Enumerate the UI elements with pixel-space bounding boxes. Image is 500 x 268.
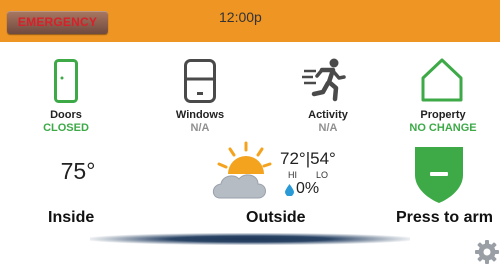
windows-label: Windows [175,109,225,121]
inside-label: Inside [48,209,95,226]
activity-label: Activity [308,109,348,121]
clock-time: 12:00p [219,9,262,25]
inside-temperature: 75° [60,158,96,184]
window-icon [184,59,216,103]
raindrop-icon [285,184,294,196]
door-icon [54,59,78,103]
partly-cloudy-icon [212,141,272,199]
press-to-arm-label[interactable]: Press to arm [396,209,493,227]
shield-icon[interactable] [413,145,465,205]
lo-label: LO [316,170,329,180]
property-status: NO CHANGE [409,122,477,134]
activity-status: N/A [318,122,338,134]
hi-label: HI [288,170,297,180]
emergency-button[interactable]: EMERGENCY [7,11,108,34]
doors-label: Doors [50,109,82,121]
property-label: Property [420,109,466,121]
gear-icon[interactable] [474,239,500,265]
house-icon [421,58,463,102]
precipitation-chance: 0% [296,180,320,197]
doors-status: CLOSED [43,122,89,134]
high-low-temperature: 72°|54° [280,149,336,168]
running-person-icon [302,58,346,102]
outside-label: Outside [246,209,306,226]
divider-shadow [90,233,410,245]
windows-status: N/A [190,122,210,134]
